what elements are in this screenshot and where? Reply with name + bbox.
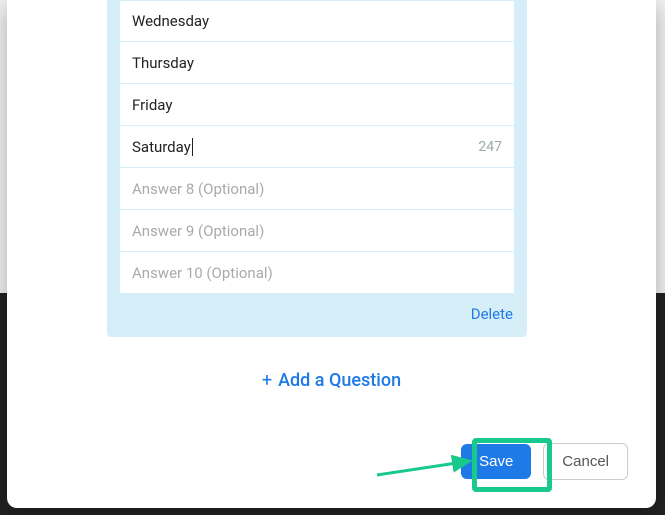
answer-input-placeholder: Answer 10 (Optional): [132, 264, 273, 282]
answer-input-placeholder: Answer 9 (Optional): [132, 222, 264, 240]
add-question-button[interactable]: + Add a Question: [262, 370, 401, 391]
answer-input-placeholder: Answer 8 (Optional): [132, 180, 264, 198]
modal-dialog: Wednesday Thursday Friday Saturday 247 A…: [7, 0, 656, 508]
modal-footer: Save Cancel: [461, 443, 628, 480]
add-question-label: Add a Question: [278, 370, 401, 391]
answer-input-value: Saturday: [132, 137, 193, 157]
add-question-row: + Add a Question: [7, 370, 656, 391]
cancel-button[interactable]: Cancel: [543, 443, 628, 480]
answer-input-row[interactable]: Thursday: [119, 42, 515, 84]
answer-input-row[interactable]: Answer 10 (Optional): [119, 252, 515, 294]
answer-input-value: Thursday: [132, 54, 194, 72]
answer-input-row[interactable]: Answer 9 (Optional): [119, 210, 515, 252]
answer-input-value: Wednesday: [132, 12, 209, 30]
answer-input-row[interactable]: Wednesday: [119, 0, 515, 42]
answer-input-row[interactable]: Friday: [119, 84, 515, 126]
delete-link[interactable]: Delete: [471, 305, 513, 323]
answer-list: Wednesday Thursday Friday Saturday 247 A…: [119, 0, 515, 294]
character-count: 247: [478, 139, 502, 155]
delete-row: Delete: [119, 294, 515, 325]
text-cursor: [192, 138, 193, 156]
plus-icon: +: [262, 372, 272, 390]
answer-input-row-active[interactable]: Saturday 247: [119, 126, 515, 168]
question-card: Wednesday Thursday Friday Saturday 247 A…: [107, 0, 527, 337]
save-button[interactable]: Save: [461, 444, 531, 479]
answer-input-row[interactable]: Answer 8 (Optional): [119, 168, 515, 210]
answer-input-value: Friday: [132, 96, 172, 114]
